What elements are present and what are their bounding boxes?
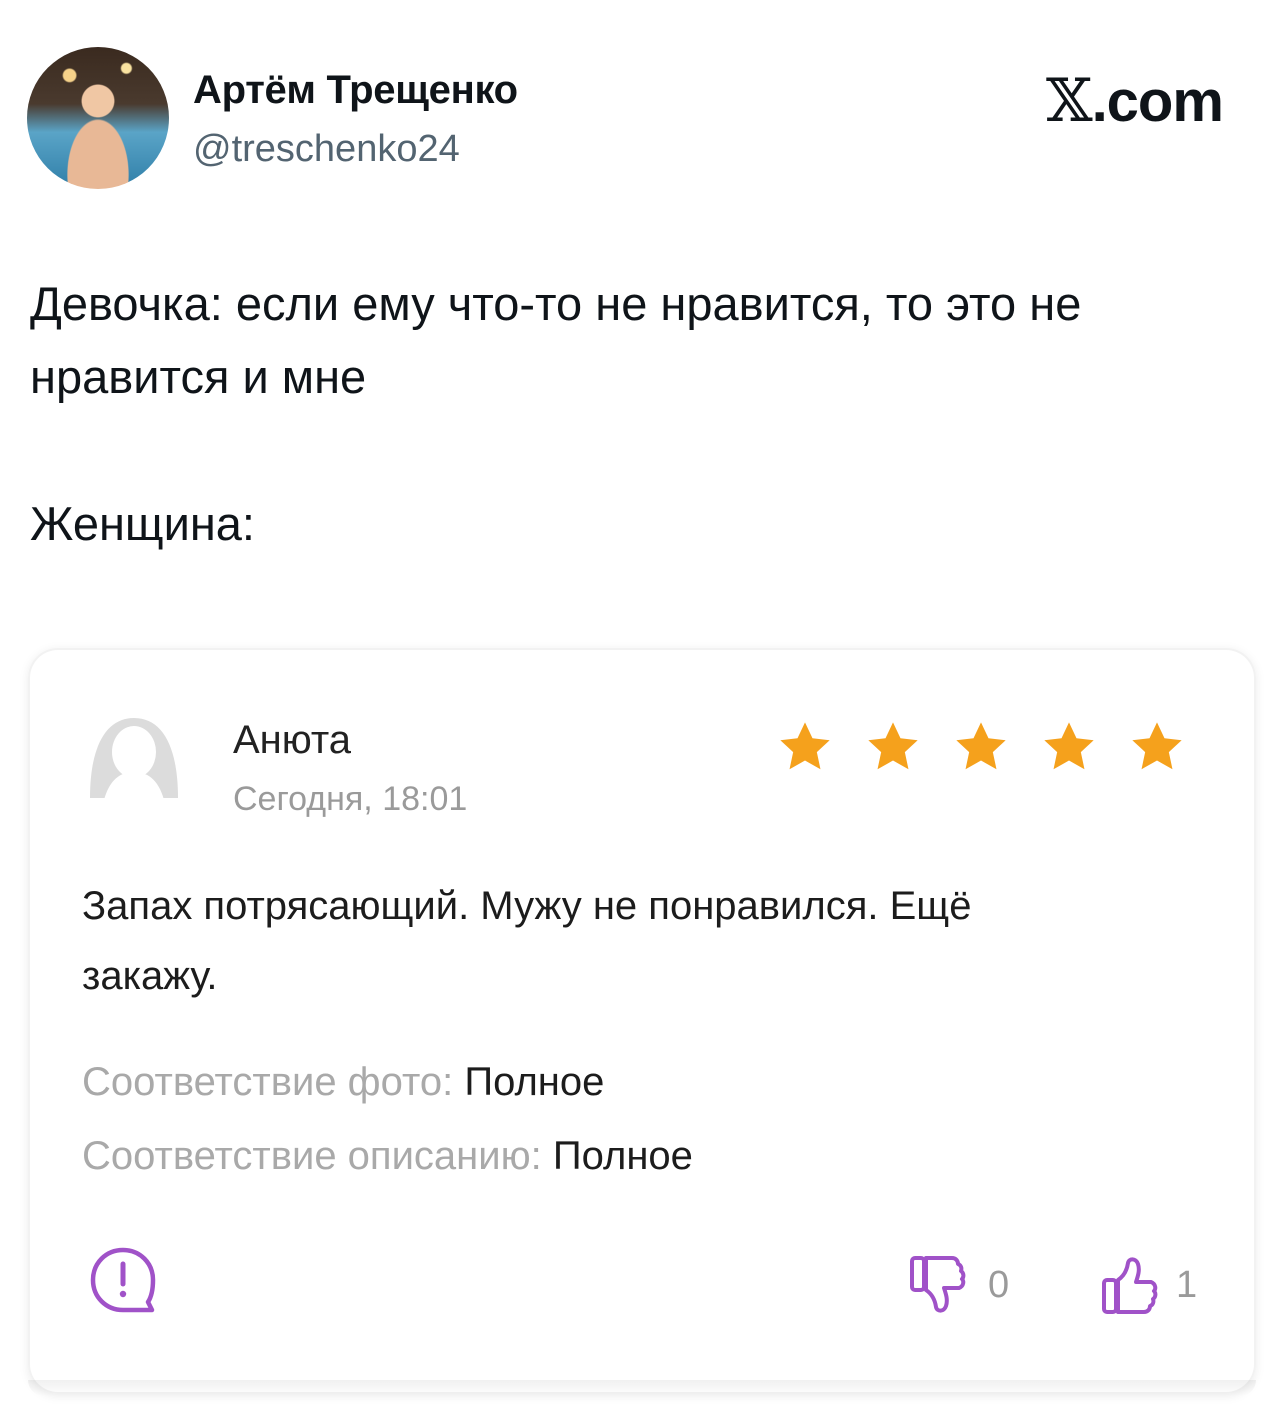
thumbs-up-icon[interactable] xyxy=(1096,1250,1166,1320)
thumbs-down-icon[interactable] xyxy=(904,1250,974,1320)
user-avatar-placeholder-icon xyxy=(90,718,178,800)
attribute-value: Полное xyxy=(464,1060,605,1104)
x-logo: 𝕏.com xyxy=(1046,66,1224,136)
star-icon xyxy=(956,722,1006,770)
like-count: 1 xyxy=(1176,1264,1198,1306)
rating-stars xyxy=(776,718,1186,776)
dislike-count: 0 xyxy=(988,1264,1010,1306)
attribute-key: Соответствие фото: xyxy=(82,1060,454,1104)
author-name[interactable]: Артём Трещенко xyxy=(193,68,518,113)
star-icon xyxy=(1044,722,1094,770)
review-date: Сегодня, 18:01 xyxy=(233,780,468,818)
review-text-line: закажу. xyxy=(82,954,218,998)
attribute-key: Соответствие описанию: xyxy=(82,1134,542,1178)
author-handle[interactable]: @treschenko24 xyxy=(193,128,460,171)
photo-match-attribute: Соответствие фото: Полное xyxy=(82,1060,604,1105)
x-logo-text: .com xyxy=(1091,69,1224,134)
attribute-value: Полное xyxy=(552,1134,693,1178)
author-avatar[interactable] xyxy=(27,47,169,189)
star-icon xyxy=(1132,722,1182,770)
star-icon xyxy=(868,722,918,770)
tweet-text-line: нравится и мне xyxy=(30,350,367,403)
tweet-text-line: Девочка: если ему что-то не нравится, то… xyxy=(30,277,1082,330)
reviewer-name: Анюта xyxy=(233,718,352,762)
x-logo-glyph: 𝕏 xyxy=(1046,66,1093,136)
report-icon[interactable] xyxy=(86,1244,160,1318)
tweet-text-line: Женщина: xyxy=(30,497,255,550)
review-text-line: Запах потрясающий. Мужу не понравился. Е… xyxy=(82,884,972,928)
card-bottom-shadow xyxy=(28,1380,1256,1396)
description-match-attribute: Соответствие описанию: Полное xyxy=(82,1134,693,1179)
star-icon xyxy=(780,722,830,770)
